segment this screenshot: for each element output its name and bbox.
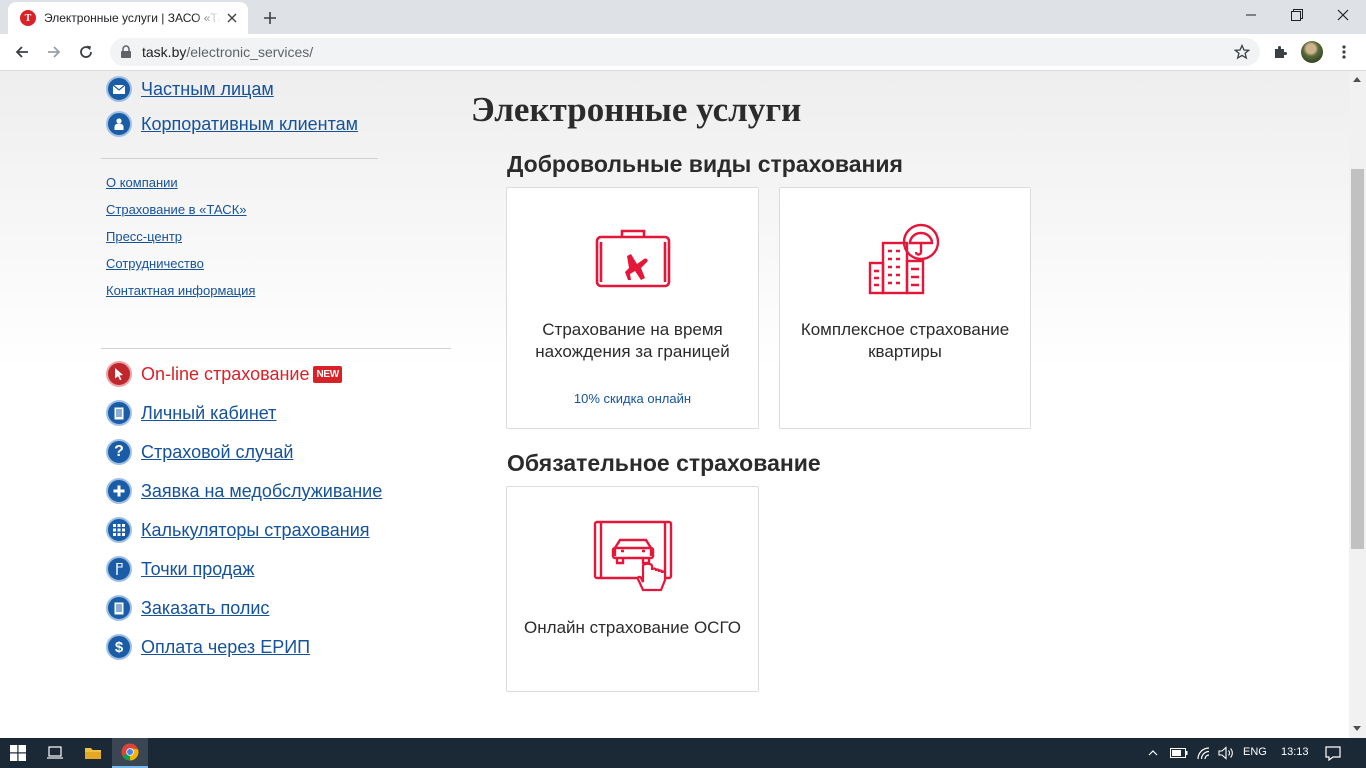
clock[interactable]: 13:13	[1281, 746, 1309, 758]
sidebar-item-personal-account[interactable]: Личный кабинет	[106, 400, 276, 426]
mandatory-section-title: Обязательное страхование	[507, 450, 821, 476]
link-press-center[interactable]: Пресс-центр	[106, 229, 182, 244]
envelope-icon	[106, 76, 132, 102]
sidebar-item-label[interactable]: On-line страхование	[141, 364, 309, 385]
sidebar-item-online-insurance[interactable]: On-line страхование NEW	[106, 361, 342, 387]
sidebar-item-label[interactable]: Заявка на медобслуживание	[141, 481, 382, 502]
card-label: Комплексное страхование квартиры	[800, 320, 1010, 361]
discount-label: 10% скидка онлайн	[573, 391, 692, 406]
back-button[interactable]	[8, 38, 36, 66]
sidebar-item-order-policy[interactable]: Заказать полис	[106, 595, 269, 621]
card-osgo-insurance[interactable]: Онлайн страхование ОСГО	[506, 486, 759, 692]
reload-button[interactable]	[72, 38, 100, 66]
cursor-icon	[106, 361, 132, 387]
page-viewport: Частным лицам Корпоративным клиентам О к…	[0, 71, 1349, 738]
scroll-down-arrow[interactable]	[1353, 726, 1361, 731]
browser-toolbar: task.by/electronic_services/	[0, 34, 1366, 71]
person-icon	[106, 111, 132, 137]
link-cooperation[interactable]: Сотрудничество	[106, 256, 204, 271]
scroll-up-arrow[interactable]	[1353, 77, 1361, 82]
sidebar-item-label[interactable]: Личный кабинет	[141, 403, 276, 424]
sidebar-item-label[interactable]: Заказать полис	[141, 598, 269, 619]
dollar-icon: $	[106, 634, 132, 660]
plus-icon	[106, 478, 132, 504]
tray-chevron-up-icon[interactable]	[1144, 738, 1162, 768]
card-travel-insurance[interactable]: Страхование на время нахождения за грани…	[506, 187, 759, 429]
page-scrollbar[interactable]	[1349, 71, 1366, 738]
input-language[interactable]: ENG	[1243, 746, 1267, 758]
browser-menu-icon[interactable]	[1330, 38, 1358, 66]
sidebar-item-corporate[interactable]: Корпоративным клиентам	[106, 111, 358, 137]
sidebar-item-erip-payment[interactable]: $ Оплата через ЕРИП	[106, 634, 310, 660]
sidebar-item-medical-request[interactable]: Заявка на медобслуживание	[106, 478, 382, 504]
card-label: Страхование на время нахождения за грани…	[535, 320, 730, 361]
battery-icon[interactable]	[1168, 738, 1190, 768]
document-icon	[106, 400, 132, 426]
car-click-icon	[593, 520, 672, 592]
suitcase-plane-icon	[595, 229, 670, 288]
sidebar-item-label[interactable]: Частным лицам	[141, 79, 274, 100]
wifi-icon[interactable]	[1194, 738, 1214, 768]
notifications-icon[interactable]	[1318, 738, 1348, 768]
building-umbrella-icon	[868, 223, 940, 295]
sidebar-item-claim[interactable]: ? Страховой случай	[106, 439, 293, 465]
sidebar-item-label[interactable]: Точки продаж	[141, 559, 254, 580]
card-label: Онлайн страхование ОСГО	[524, 618, 741, 637]
tab-title: Электронные услуги | ЗАСО «ТАСК»	[44, 11, 220, 25]
close-window-button[interactable]	[1320, 0, 1366, 30]
windows-start-icon[interactable]	[0, 738, 36, 768]
volume-icon[interactable]	[1216, 738, 1236, 768]
page-title: Электронные услуги	[471, 90, 802, 129]
url-path: /electronic_services/	[186, 44, 314, 60]
profile-avatar[interactable]	[1301, 41, 1323, 63]
tab-close-icon[interactable]	[224, 10, 240, 26]
sidebar-item-label[interactable]: Корпоративным клиентам	[141, 114, 358, 135]
windows-taskbar: ENG 13:13	[0, 738, 1366, 768]
voluntary-section-title: Добровольные виды страхования	[507, 151, 903, 177]
scroll-thumb[interactable]	[1351, 169, 1364, 549]
tab-strip: T Электронные услуги | ЗАСО «ТАСК»	[0, 0, 1366, 34]
card-apartment-insurance[interactable]: Комплексное страхование квартиры	[779, 187, 1031, 429]
file-explorer-icon[interactable]	[76, 738, 110, 768]
bookmark-star-icon[interactable]	[1233, 43, 1251, 65]
sidebar-item-label[interactable]: Оплата через ЕРИП	[141, 637, 310, 658]
new-badge: NEW	[313, 365, 342, 383]
document-icon	[106, 595, 132, 621]
divider	[101, 348, 451, 349]
sidebar-item-calculators[interactable]: Калькуляторы страхования	[106, 517, 370, 543]
sidebar-item-label[interactable]: Страховой случай	[141, 442, 293, 463]
task-favicon-icon: T	[20, 10, 36, 26]
chrome-taskbar-icon[interactable]	[112, 738, 148, 768]
browser-tab[interactable]: T Электронные услуги | ЗАСО «ТАСК»	[8, 2, 248, 34]
address-bar[interactable]: task.by/electronic_services/	[110, 38, 1260, 66]
link-contacts[interactable]: Контактная информация	[106, 283, 255, 298]
forward-button[interactable]	[40, 38, 68, 66]
extensions-puzzle-icon[interactable]	[1266, 38, 1294, 66]
calculator-icon	[106, 517, 132, 543]
restore-button[interactable]	[1274, 0, 1320, 30]
sidebar-item-sales-points[interactable]: Точки продаж	[106, 556, 254, 582]
link-insurance-in-task[interactable]: Страхование в «ТАСК»	[106, 202, 247, 217]
lock-icon	[121, 45, 131, 58]
question-icon: ?	[106, 439, 132, 465]
link-about[interactable]: О компании	[106, 175, 178, 190]
minimize-button[interactable]	[1228, 0, 1274, 30]
sidebar-item-private[interactable]: Частным лицам	[106, 76, 274, 102]
new-tab-button[interactable]	[258, 6, 282, 30]
flag-icon	[106, 556, 132, 582]
divider	[101, 158, 378, 159]
task-view-icon[interactable]	[40, 738, 70, 768]
url-host: task.by	[142, 44, 187, 60]
sidebar-item-label[interactable]: Калькуляторы страхования	[141, 520, 370, 541]
